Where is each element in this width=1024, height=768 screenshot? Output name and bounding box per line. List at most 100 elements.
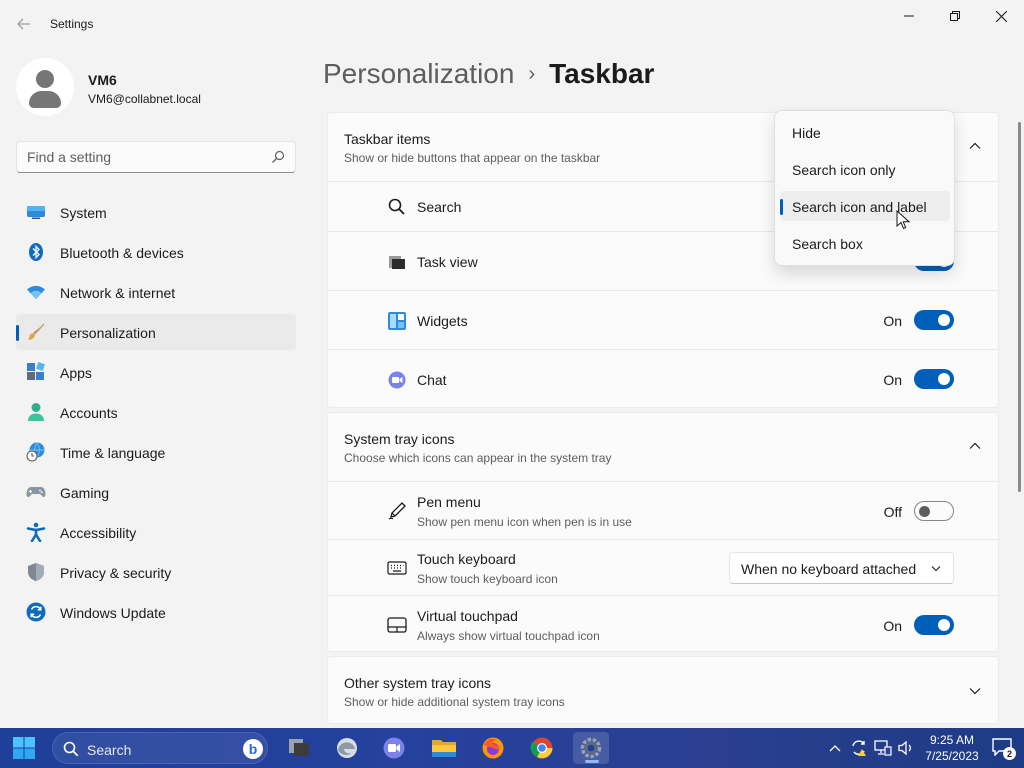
sidebar-item-windows-update[interactable]: Windows Update [16, 594, 296, 630]
sidebar-item-bluetooth[interactable]: Bluetooth & devices [16, 234, 296, 270]
show-hidden-icons-button[interactable] [824, 728, 846, 768]
virtual-touchpad-toggle[interactable] [914, 615, 954, 635]
taskbar-edge[interactable] [329, 732, 365, 764]
sidebar-item-privacy[interactable]: Privacy & security [16, 554, 296, 590]
touchpad-icon [387, 617, 407, 633]
option-label: Hide [792, 125, 821, 141]
minimize-button[interactable] [886, 0, 932, 32]
volume-tray-icon[interactable] [895, 728, 917, 768]
profile-name: VM6 [88, 72, 117, 88]
chevron-up-icon [969, 442, 981, 449]
sidebar-item-label: Gaming [60, 485, 110, 501]
profile-email: VM6@collabnet.local [88, 92, 201, 106]
section-title: Taskbar items [344, 131, 431, 147]
taskbar-teams[interactable] [376, 732, 412, 764]
scrollbar[interactable] [1018, 122, 1021, 492]
taskbar-chrome[interactable] [524, 732, 560, 764]
clock-date: 7/25/2023 [925, 749, 979, 763]
setting-label: Pen menu [417, 494, 481, 510]
sidebar-item-network[interactable]: Network & internet [16, 274, 296, 310]
select-value: When no keyboard attached [741, 561, 917, 577]
mouse-cursor-icon [896, 210, 910, 230]
restore-icon [950, 11, 960, 21]
touch-keyboard-select[interactable]: When no keyboard attached [729, 552, 954, 584]
dropdown-option-search-icon-and-label[interactable]: Search icon and label [780, 191, 950, 221]
sidebar-item-accessibility[interactable]: Accessibility [16, 514, 296, 550]
teams-icon [383, 737, 405, 759]
setting-label: Touch keyboard [417, 551, 516, 567]
dropdown-option-hide[interactable]: Hide [780, 117, 950, 147]
taskbar-task-view[interactable] [281, 732, 317, 764]
task-view-icon [289, 739, 309, 756]
sidebar-item-label: Apps [60, 365, 92, 381]
edge-icon [337, 738, 357, 758]
start-button[interactable] [8, 732, 40, 764]
monitor-icon [27, 206, 45, 219]
sidebar-item-label: Time & language [60, 445, 166, 461]
firefox-icon [482, 737, 504, 759]
network-tray-icon[interactable] [872, 728, 894, 768]
taskbar-clock[interactable]: 9:25 AM 7/25/2023 [920, 732, 984, 764]
chevron-down-icon [969, 688, 981, 695]
sidebar-item-time-language[interactable]: Time & language [16, 434, 296, 470]
network-icon [874, 740, 892, 756]
bluetooth-icon [29, 243, 43, 261]
search-mode-dropdown: Hide Search icon only Search icon and la… [774, 110, 955, 266]
chrome-icon [530, 737, 553, 759]
shield-icon [28, 563, 44, 581]
notification-center-button[interactable]: 2 [992, 738, 1016, 760]
person-icon [28, 403, 44, 421]
start-icon [13, 737, 35, 759]
dropdown-option-search-icon-only[interactable]: Search icon only [780, 154, 950, 184]
sidebar-nav: System Bluetooth & devices Network & int… [16, 194, 296, 634]
page-title: Taskbar [549, 58, 655, 89]
back-button[interactable] [10, 12, 38, 36]
chevron-down-icon [931, 566, 941, 572]
option-label: Search box [792, 236, 863, 252]
widgets-toggle[interactable] [914, 310, 954, 330]
search-input[interactable] [27, 148, 267, 166]
section-title: System tray icons [344, 431, 455, 447]
sync-tray-icon[interactable] [848, 728, 870, 768]
arrow-left-icon [17, 18, 30, 30]
sidebar-item-personalization[interactable]: Personalization [16, 314, 296, 350]
taskbar-file-explorer[interactable] [426, 732, 462, 764]
setting-row-widgets: Widgets On [328, 290, 998, 349]
breadcrumb-parent[interactable]: Personalization [323, 58, 514, 89]
dropdown-option-search-box[interactable]: Search box [780, 228, 950, 258]
chevron-up-icon [829, 745, 841, 752]
breadcrumb-separator: › [528, 63, 536, 85]
taskbar: Search b 9:25 AM 7/25/2023 2 [0, 728, 1024, 768]
settings-search[interactable] [16, 141, 296, 173]
taskbar-settings[interactable] [573, 732, 609, 764]
system-tray-header[interactable]: System tray icons Choose which icons can… [328, 413, 998, 481]
other-tray-card[interactable]: Other system tray icons Show or hide add… [327, 656, 999, 724]
chat-toggle[interactable] [914, 369, 954, 389]
globe-clock-icon [26, 442, 45, 462]
search-icon [388, 198, 405, 215]
notification-badge: 2 [1003, 747, 1016, 760]
restore-button[interactable] [932, 0, 978, 32]
search-icon [63, 741, 79, 757]
settings-icon [580, 737, 602, 759]
taskbar-firefox[interactable] [475, 732, 511, 764]
sync-warning-icon [852, 740, 866, 756]
setting-label: Search [417, 199, 462, 215]
wifi-icon [27, 285, 45, 299]
sidebar-item-system[interactable]: System [16, 194, 296, 230]
setting-row-pen-menu: Pen menu Show pen menu icon when pen is … [328, 481, 998, 539]
close-icon [995, 10, 1007, 22]
sidebar-item-label: Windows Update [60, 605, 166, 621]
chat-icon [388, 371, 406, 389]
sidebar-item-label: Privacy & security [60, 565, 172, 581]
taskbar-search[interactable]: Search b [52, 732, 268, 764]
close-button[interactable] [978, 0, 1024, 32]
section-subtitle: Show or hide buttons that appear on the … [344, 151, 601, 165]
widgets-icon [388, 312, 406, 330]
sidebar-item-gaming[interactable]: Gaming [16, 474, 296, 510]
sidebar-item-label: Accounts [60, 405, 118, 421]
pen-menu-toggle[interactable] [914, 501, 954, 521]
user-profile[interactable]: VM6 VM6@collabnet.local [16, 58, 296, 118]
sidebar-item-apps[interactable]: Apps [16, 354, 296, 390]
sidebar-item-accounts[interactable]: Accounts [16, 394, 296, 430]
